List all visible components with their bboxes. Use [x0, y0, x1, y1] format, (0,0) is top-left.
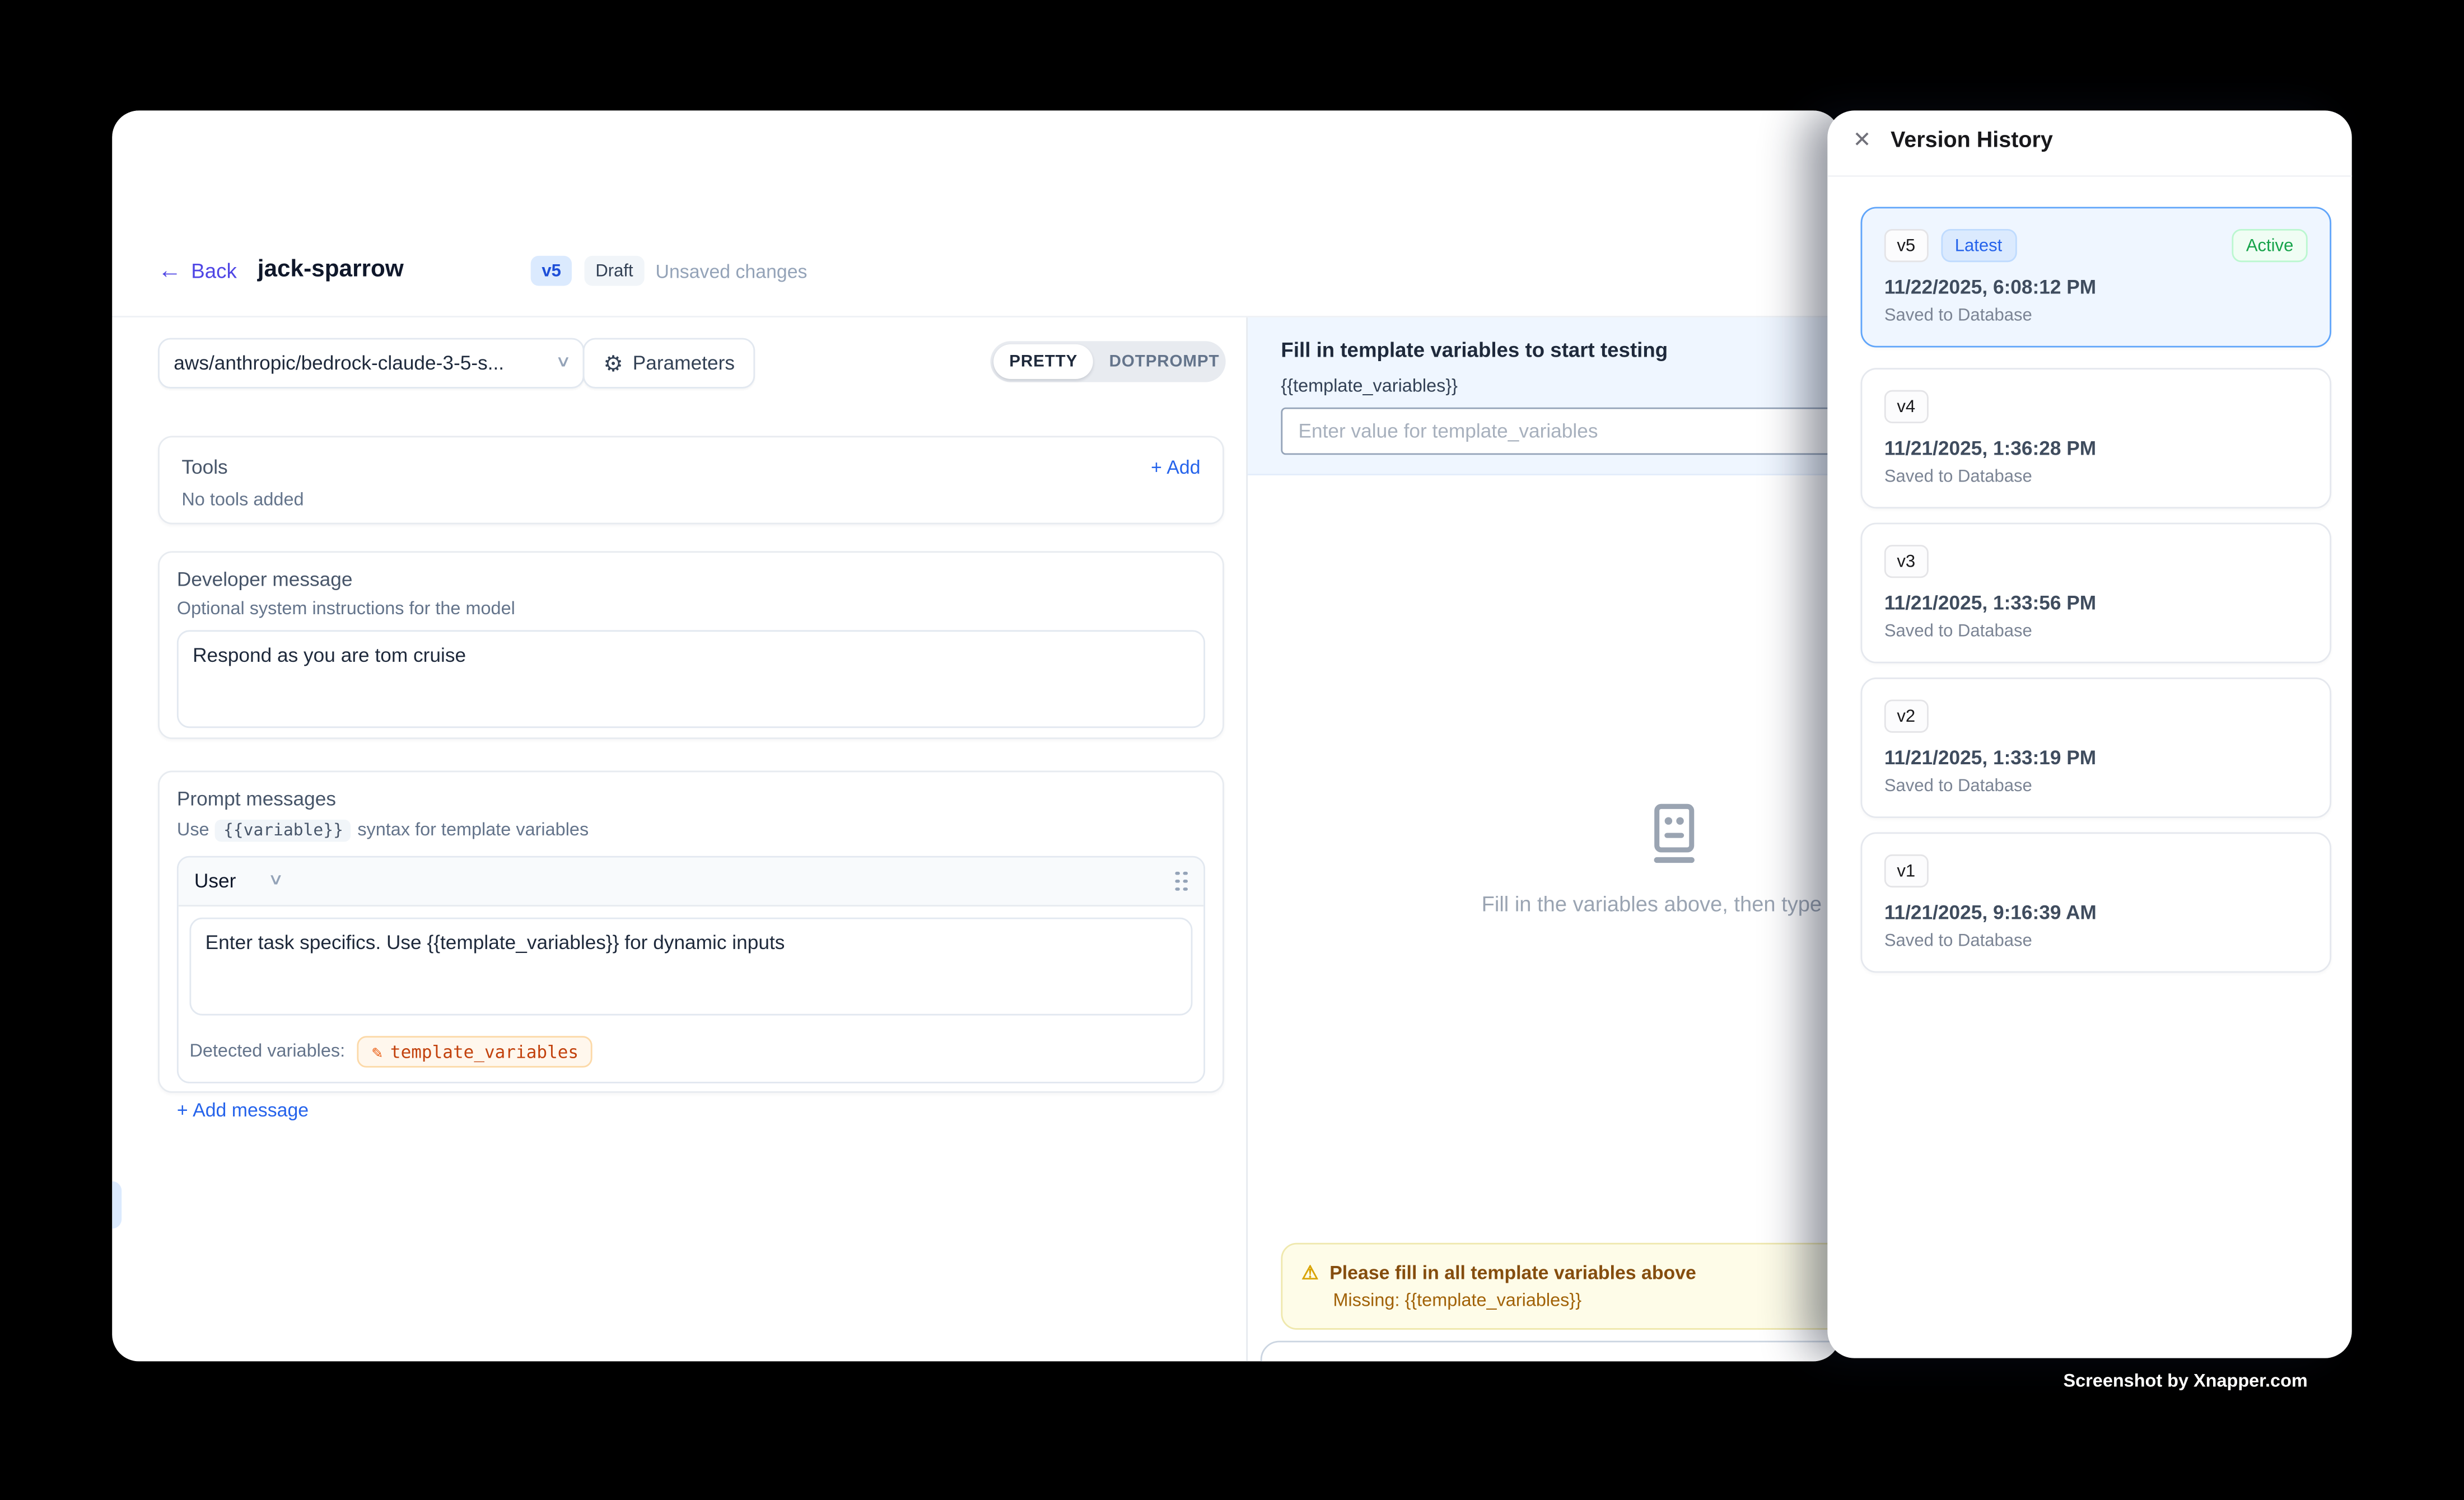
view-mode-toggle: PRETTY DOTPROMPT [990, 341, 1225, 382]
prompt-messages-card: Prompt messages Use {{variable}} syntax … [158, 770, 1224, 1092]
parameters-label: Parameters [633, 352, 735, 374]
chevron-down-icon: ∨ [268, 873, 284, 889]
detected-variables-row: Detected variables: ✎ template_variables [179, 1026, 1204, 1082]
user-message-textarea[interactable]: Enter task specifics. Use {{template_var… [189, 918, 1192, 1016]
latest-badge: Latest [1940, 229, 2016, 262]
app-window: ← Back jack-sparrow v5 Draft Unsaved cha… [112, 110, 1840, 1361]
version-status: Saved to Database [1884, 777, 2308, 796]
model-select-value: aws/anthropic/bedrock-claude-3-5-s... [174, 352, 504, 374]
version-card-v2[interactable]: v2 11/21/2025, 1:33:19 PM Saved to Datab… [1861, 677, 2332, 818]
version-badge: v5 [531, 256, 572, 286]
version-card-v1[interactable]: v1 11/21/2025, 9:16:39 AM Saved to Datab… [1861, 832, 2332, 973]
parameters-button[interactable]: ⚙ Parameters [583, 338, 755, 389]
tools-title: Tools [181, 456, 227, 478]
template-warning: ⚠ Please fill in all template variables … [1281, 1243, 1840, 1330]
plus-icon: + [1151, 456, 1162, 478]
version-timestamp: 11/21/2025, 1:33:56 PM [1884, 592, 2308, 614]
active-badge: Active [2232, 229, 2307, 262]
app-header: ← Back jack-sparrow v5 Draft Unsaved cha… [112, 110, 1840, 316]
pencil-icon: ✎ [372, 1041, 382, 1062]
hint-suffix: syntax for template variables [357, 821, 589, 840]
version-history-header: ✕ Version History [1827, 110, 2351, 175]
screenshot-stage: ← Back jack-sparrow v5 Draft Unsaved cha… [0, 0, 2464, 1500]
version-tag: v2 [1884, 699, 1928, 732]
add-tool-button[interactable]: + Add [1151, 456, 1200, 478]
version-timestamp: 11/21/2025, 9:16:39 AM [1884, 902, 2308, 924]
version-tag: v3 [1884, 545, 1928, 578]
tools-card: Tools + Add No tools added [158, 436, 1224, 524]
back-arrow-icon: ← [158, 259, 181, 283]
toggle-pretty[interactable]: PRETTY [993, 344, 1093, 379]
hint-prefix: Use [177, 821, 209, 840]
warning-missing-text: Missing: {{template_variables}} [1333, 1292, 1840, 1311]
prompt-messages-title: Prompt messages [177, 788, 1205, 810]
version-history-divider [1827, 175, 2351, 177]
version-card-v4[interactable]: v4 11/21/2025, 1:36:28 PM Saved to Datab… [1861, 368, 2332, 508]
developer-message-subtitle: Optional system instructions for the mod… [177, 600, 1205, 619]
version-timestamp: 11/22/2025, 6:08:12 PM [1884, 277, 2308, 298]
developer-message-card: Developer message Optional system instru… [158, 551, 1224, 739]
role-select-value: User [194, 870, 236, 892]
version-card-v5[interactable]: v5 Latest Active 11/22/2025, 6:08:12 PM … [1861, 207, 2332, 347]
version-timestamp: 11/21/2025, 1:33:19 PM [1884, 747, 2308, 769]
page-title: jack-sparrow [258, 256, 404, 283]
version-status: Saved to Database [1884, 932, 2308, 951]
version-history-title: Version History [1891, 127, 2053, 152]
prompt-messages-hint: Use {{variable}} syntax for template var… [177, 820, 1205, 842]
version-tag: v1 [1884, 854, 1928, 887]
warning-title-text: Please fill in all template variables ab… [1329, 1262, 1696, 1284]
version-tag: v4 [1884, 390, 1928, 423]
chat-empty-state: Fill in the variables above, then type a… [1248, 317, 1840, 1361]
edge-notification-sliver [112, 1181, 122, 1229]
back-button[interactable]: ← Back [158, 259, 237, 283]
role-select[interactable]: User ∨ [194, 870, 282, 892]
bot-icon [1640, 801, 1709, 870]
add-message-label: Add message [193, 1099, 309, 1121]
add-message-button[interactable]: + Add message [177, 1099, 309, 1121]
version-status: Saved to Database [1884, 468, 2308, 487]
close-icon[interactable]: ✕ [1852, 128, 1871, 149]
gear-icon: ⚙ [603, 352, 623, 374]
warning-icon: ⚠ [1301, 1262, 1318, 1284]
unsaved-changes-text: Unsaved changes [656, 260, 808, 282]
back-label: Back [191, 259, 237, 283]
add-tool-label: Add [1166, 456, 1200, 478]
chat-input-box[interactable] [1261, 1341, 1840, 1362]
developer-message-title: Developer message [177, 568, 1205, 590]
version-card-v3[interactable]: v3 11/21/2025, 1:33:56 PM Saved to Datab… [1861, 523, 2332, 663]
version-history-panel: ✕ Version History v5 Latest Active 11/22… [1827, 110, 2351, 1358]
template-variable-badge[interactable]: ✎ template_variables [358, 1036, 593, 1067]
tools-empty-text: No tools added [181, 491, 1200, 510]
test-panel: Fill in template variables to start test… [1248, 317, 1840, 1361]
toggle-dotprompt[interactable]: DOTPROMPT [1093, 344, 1235, 379]
editor-panel: aws/anthropic/bedrock-claude-3-5-s... ∨ … [112, 317, 1248, 1361]
detected-variables-label: Detected variables: [189, 1043, 345, 1062]
version-status: Saved to Database [1884, 306, 2308, 325]
version-status: Saved to Database [1884, 622, 2308, 641]
draft-status-badge: Draft [585, 256, 645, 286]
version-tag: v5 [1884, 229, 1928, 262]
developer-message-textarea[interactable]: Respond as you are tom cruise [177, 630, 1205, 728]
message-body: Enter task specifics. Use {{template_var… [179, 906, 1204, 1026]
prompt-message-block: User ∨ Enter task specifics. Use {{templ… [177, 856, 1205, 1083]
model-select[interactable]: aws/anthropic/bedrock-claude-3-5-s... ∨ [158, 338, 585, 389]
variable-syntax-chip: {{variable}} [216, 820, 351, 842]
chevron-down-icon: ∨ [555, 356, 571, 371]
plus-icon: + [177, 1099, 188, 1121]
drag-handle-icon[interactable] [1175, 871, 1188, 892]
template-variable-name: template_variables [390, 1041, 578, 1062]
empty-state-text: Fill in the variables above, then type a… [1482, 892, 1840, 916]
version-timestamp: 11/21/2025, 1:36:28 PM [1884, 437, 2308, 459]
message-role-header: User ∨ [179, 858, 1204, 906]
watermark-text: Screenshot by Xnapper.com [2063, 1372, 2307, 1391]
